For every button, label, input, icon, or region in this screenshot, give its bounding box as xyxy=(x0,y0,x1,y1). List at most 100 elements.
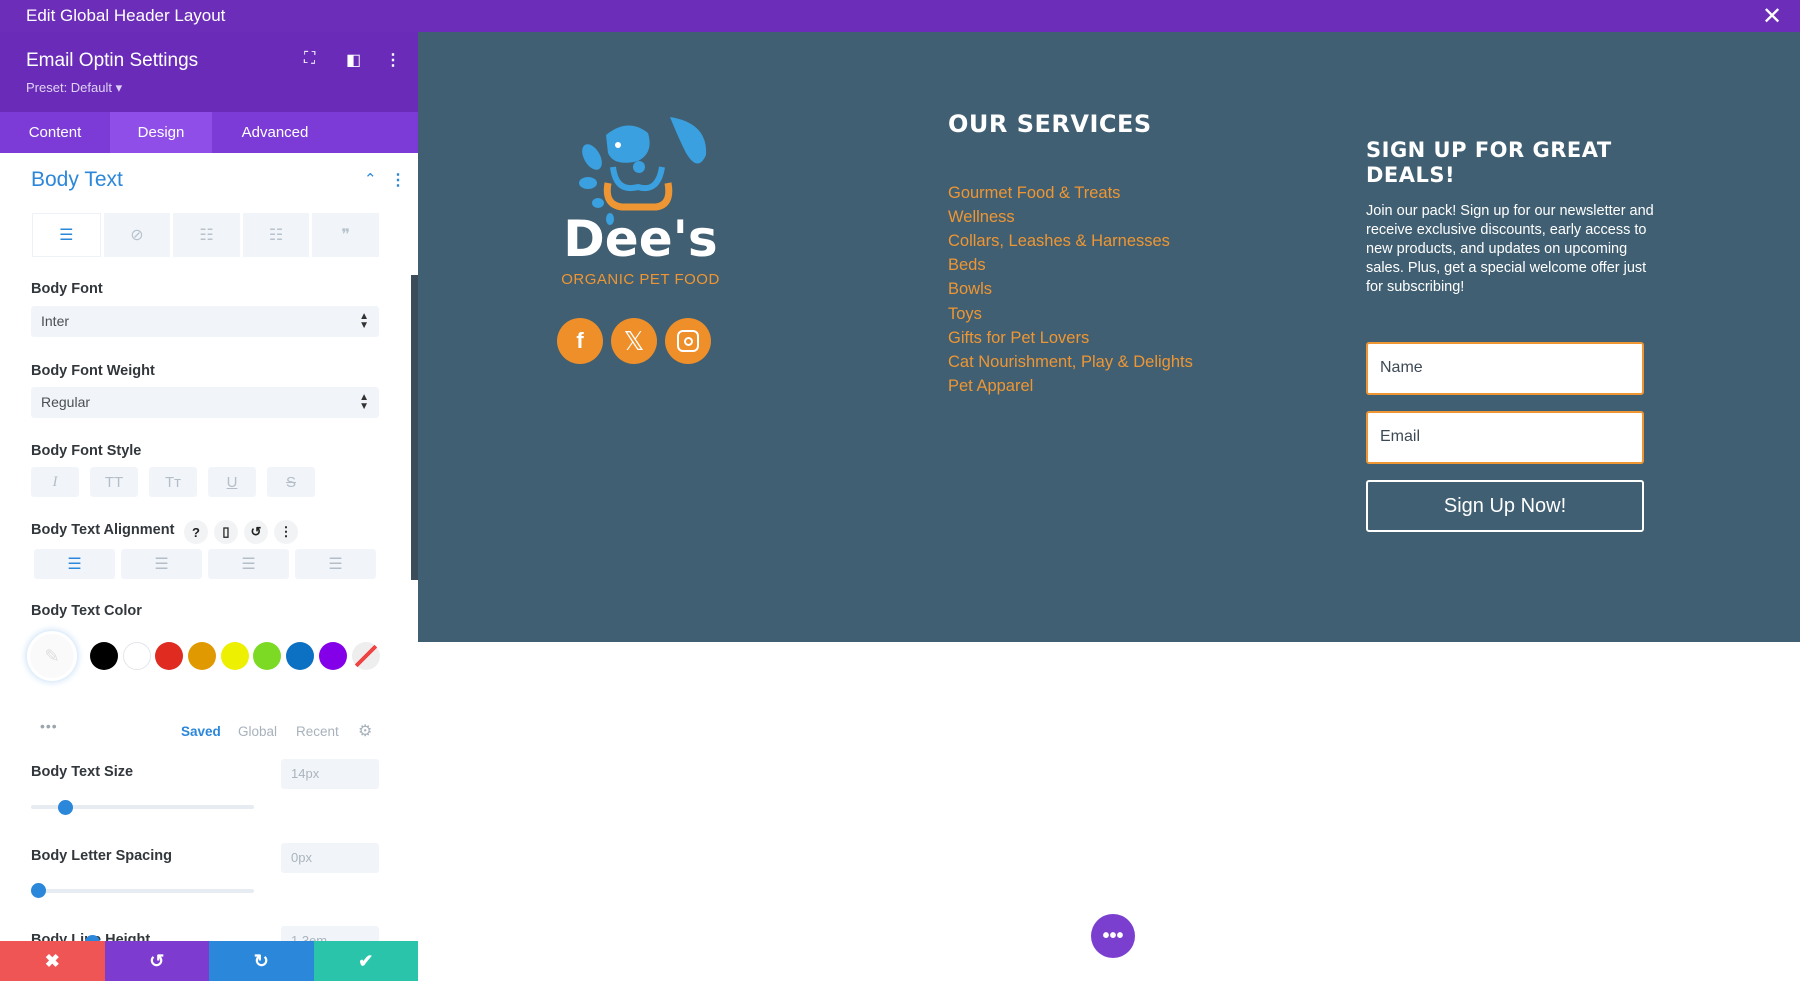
body-font-weight-label: Body Font Weight xyxy=(31,363,155,379)
tab-advanced[interactable]: Advanced xyxy=(212,112,338,153)
instagram-icon[interactable] xyxy=(665,318,711,364)
signup-button[interactable]: Sign Up Now! xyxy=(1366,480,1644,532)
section-more-icon[interactable]: ⋮ xyxy=(390,170,406,190)
align-justify-button[interactable]: ☰ xyxy=(295,549,376,579)
text-element-tabs: ☰ ⊘ ☷ ☷ ❞ xyxy=(32,213,379,257)
panel-tabs: Content Design Advanced xyxy=(0,112,418,153)
letter-spacing-input[interactable]: 0px xyxy=(281,843,379,873)
italic-button[interactable]: I xyxy=(31,467,79,497)
color-swatches xyxy=(90,642,380,670)
section-title[interactable]: Body Text xyxy=(31,168,123,192)
logo-name: Dee's xyxy=(563,210,718,268)
header-preview: Dee's ORGANIC PET FOOD f 𝕏 Our Services … xyxy=(418,32,1800,642)
service-link[interactable]: Gifts for Pet Lovers xyxy=(948,329,1089,348)
color-swatch[interactable] xyxy=(286,642,315,670)
color-swatch[interactable] xyxy=(188,642,217,670)
more-colors-icon[interactable]: ••• xyxy=(40,718,58,734)
responsive-icon[interactable]: ▯ xyxy=(214,520,238,544)
service-link[interactable]: Wellness xyxy=(948,208,1015,227)
strikethrough-button[interactable]: S xyxy=(267,467,315,497)
color-swatch[interactable] xyxy=(220,642,249,670)
palette-tab-saved[interactable]: Saved xyxy=(181,724,221,739)
collapse-icon[interactable]: ⌃ xyxy=(364,170,377,188)
layout-icon[interactable]: ◧ xyxy=(346,50,361,70)
focus-icon[interactable]: ⛶ xyxy=(304,50,315,68)
font-style-buttons: I TT Tт U S xyxy=(31,467,315,497)
email-input[interactable]: Email xyxy=(1366,411,1644,464)
service-link[interactable]: Beds xyxy=(948,256,986,275)
logo-tagline: ORGANIC PET FOOD xyxy=(561,271,720,288)
preset-dropdown[interactable]: Preset: Default ▾ xyxy=(26,80,122,96)
capitalize-button[interactable]: Tт xyxy=(149,467,197,497)
service-link[interactable]: Cat Nourishment, Play & Delights xyxy=(948,353,1193,372)
eyedropper-color-picker[interactable]: ✎ xyxy=(27,631,77,681)
select-arrows-icon: ▲ ▼ xyxy=(359,311,369,331)
body-font-select[interactable]: Inter ▲ ▼ xyxy=(31,306,379,337)
gear-icon[interactable]: ⚙ xyxy=(358,721,372,741)
social-icons: f 𝕏 xyxy=(557,318,711,364)
tab-design[interactable]: Design xyxy=(110,112,212,153)
service-link[interactable]: Pet Apparel xyxy=(948,377,1033,396)
body-font-label: Body Font xyxy=(31,281,103,297)
signup-heading: Sign up for great deals! xyxy=(1366,138,1666,188)
color-swatch[interactable] xyxy=(155,642,184,670)
palette-tab-recent[interactable]: Recent xyxy=(296,724,339,739)
text-size-slider-thumb[interactable] xyxy=(58,800,73,815)
signup-description: Join our pack! Sign up for our newslette… xyxy=(1366,203,1654,295)
body-text-size-label: Body Text Size xyxy=(31,764,134,780)
text-size-input[interactable]: 14px xyxy=(281,759,379,789)
align-left-button[interactable]: ☰ xyxy=(34,549,115,579)
settings-panel: Email Optin Settings Preset: Default ▾ ⛶… xyxy=(0,32,418,981)
unordered-list-icon[interactable]: ☷ xyxy=(173,213,240,257)
quote-icon[interactable]: ❞ xyxy=(312,213,379,257)
service-link[interactable]: Gourmet Food & Treats xyxy=(948,184,1120,203)
builder-topbar: Edit Global Header Layout ✕ xyxy=(0,0,1800,32)
color-swatch[interactable] xyxy=(318,642,347,670)
x-icon[interactable]: 𝕏 xyxy=(611,318,657,364)
facebook-icon[interactable]: f xyxy=(557,318,603,364)
align-right-button[interactable]: ☰ xyxy=(208,549,289,579)
color-swatch[interactable] xyxy=(122,642,151,670)
link-icon[interactable]: ⊘ xyxy=(103,213,171,257)
service-link[interactable]: Collars, Leashes & Harnesses xyxy=(948,232,1170,251)
name-input[interactable]: Name xyxy=(1366,342,1644,395)
services-heading: Our Services xyxy=(948,110,1152,138)
layout-title: Edit Global Header Layout xyxy=(26,6,226,25)
alignment-buttons: ☰ ☰ ☰ ☰ xyxy=(34,549,376,579)
more-icon[interactable]: ⋮ xyxy=(385,50,401,70)
body-font-weight-value: Regular xyxy=(41,394,91,410)
undo-button[interactable]: ↺ xyxy=(104,941,209,981)
discard-button[interactable]: ✖ xyxy=(0,941,105,981)
select-arrows-icon: ▲ ▼ xyxy=(359,392,369,412)
align-center-button[interactable]: ☰ xyxy=(121,549,202,579)
dog-logo-icon xyxy=(579,117,707,225)
close-icon[interactable]: ✕ xyxy=(1762,2,1782,31)
signup-heading-line1: Sign up for great xyxy=(1366,138,1612,162)
save-button[interactable]: ✔ xyxy=(313,941,418,981)
color-swatch[interactable] xyxy=(253,642,282,670)
underline-button[interactable]: U xyxy=(208,467,256,497)
panel-scrollbar[interactable] xyxy=(411,275,418,580)
palette-tab-global[interactable]: Global xyxy=(238,724,277,739)
letter-spacing-slider-thumb[interactable] xyxy=(31,883,46,898)
body-font-weight-select[interactable]: Regular ▲ ▼ xyxy=(31,387,379,418)
builder-menu-button[interactable]: ••• xyxy=(1091,914,1135,958)
body-text-alignment-label: Body Text Alignment xyxy=(31,522,175,538)
signup-heading-line2: deals! xyxy=(1366,163,1456,187)
alignment-option-icons: ? ▯ ↺ ⋮ xyxy=(184,520,298,544)
color-swatch[interactable] xyxy=(90,642,118,670)
service-link[interactable]: Toys xyxy=(948,305,982,324)
letter-spacing-slider-track[interactable] xyxy=(31,889,254,893)
service-link[interactable]: Bowls xyxy=(948,280,992,299)
options-icon[interactable]: ⋮ xyxy=(274,520,298,544)
tab-content[interactable]: Content xyxy=(0,112,110,153)
ordered-list-icon[interactable]: ☷ xyxy=(242,213,310,257)
dees-logo[interactable]: Dee's ORGANIC PET FOOD xyxy=(558,115,723,290)
reset-icon[interactable]: ↺ xyxy=(244,520,268,544)
help-icon[interactable]: ? xyxy=(184,520,208,544)
paragraph-icon[interactable]: ☰ xyxy=(32,213,101,257)
redo-button[interactable]: ↻ xyxy=(209,941,314,981)
uppercase-button[interactable]: TT xyxy=(90,467,138,497)
body-letter-spacing-label: Body Letter Spacing xyxy=(31,848,172,864)
no-color-swatch[interactable] xyxy=(351,642,380,670)
